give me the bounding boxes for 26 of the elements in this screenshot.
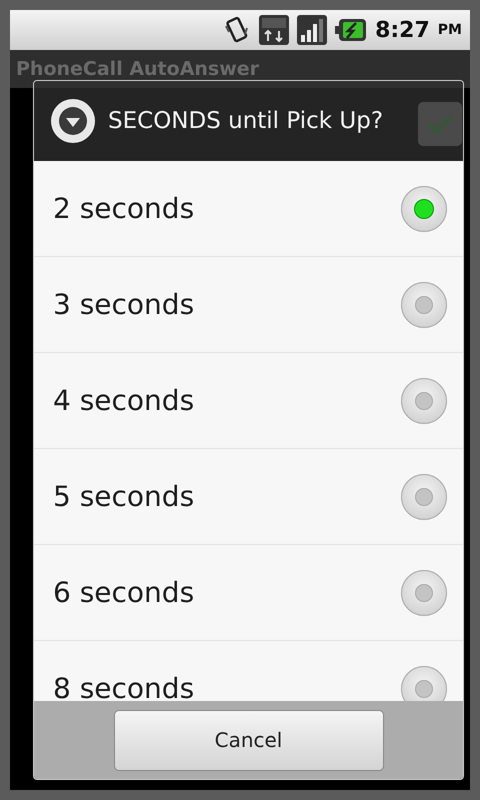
clock-time: 8:27 (375, 18, 430, 42)
option-row[interactable]: 3 seconds (34, 257, 463, 353)
radio-button[interactable] (401, 282, 447, 328)
radio-button[interactable] (401, 378, 447, 424)
option-row[interactable]: 5 seconds (34, 449, 463, 545)
radio-button[interactable] (401, 666, 447, 701)
option-label: 2 seconds (53, 192, 194, 225)
dropdown-circle-icon (50, 98, 96, 144)
option-label: 5 seconds (53, 480, 194, 513)
radio-button[interactable] (401, 570, 447, 616)
radio-button[interactable] (401, 186, 447, 232)
signal-icon (297, 15, 328, 45)
option-row[interactable]: 2 seconds (34, 161, 463, 257)
dialog-title: SECONDS until Pick Up? (108, 108, 384, 134)
option-row[interactable]: 4 seconds (34, 353, 463, 449)
radio-button[interactable] (401, 474, 447, 520)
3g-data-icon (259, 15, 290, 45)
option-label: 6 seconds (53, 576, 194, 609)
clock-ampm: PM (438, 22, 462, 38)
option-label: 3 seconds (53, 288, 194, 321)
option-label: 8 seconds (53, 672, 194, 701)
battery-charging-icon (335, 18, 368, 42)
app-title: PhoneCall AutoAnswer (16, 58, 260, 80)
option-label: 4 seconds (53, 384, 194, 417)
cancel-button[interactable]: Cancel (114, 710, 384, 770)
option-row[interactable]: 6 seconds (34, 545, 463, 641)
